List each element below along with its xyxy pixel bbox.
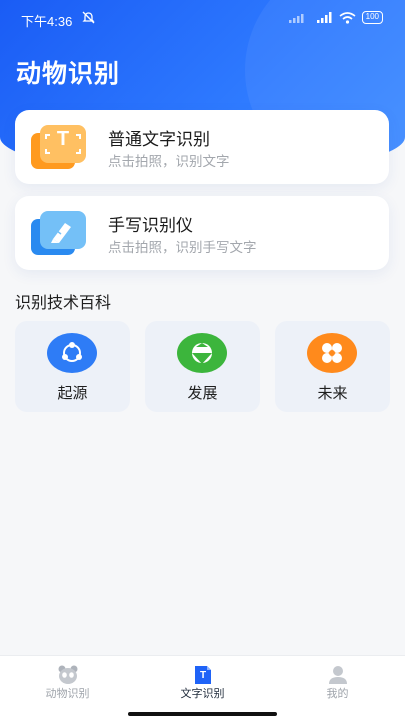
card-title: 手写识别仪	[108, 216, 193, 236]
signal-hd-icon	[316, 12, 332, 23]
tab-text-recognition[interactable]: T 文字识别	[135, 656, 270, 720]
battery-indicator: 100	[361, 11, 383, 24]
future-icon	[307, 333, 357, 373]
network-icon	[47, 333, 97, 373]
card-subtitle: 点击拍照，识别手写文字	[108, 240, 257, 256]
card-handwriting-recognition[interactable]: 手写识别仪 点击拍照，识别手写文字	[15, 196, 389, 270]
tile-label: 发展	[187, 384, 218, 402]
text-doc-letter: T	[199, 670, 207, 681]
tab-label: 动物识别	[45, 687, 90, 700]
user-icon	[327, 665, 349, 685]
text-scan-icon: T	[31, 123, 89, 171]
tile-origin[interactable]: 起源	[15, 321, 130, 412]
card-text-recognition[interactable]: T 普通文字识别 点击拍照，识别文字	[15, 110, 389, 184]
text-doc-icon: T	[192, 665, 214, 685]
card-subtitle: 点击拍照，识别文字	[108, 154, 230, 170]
tile-label: 起源	[57, 384, 88, 402]
tile-future[interactable]: 未来	[275, 321, 390, 412]
tile-development[interactable]: 发展	[145, 321, 260, 412]
panda-icon	[57, 665, 79, 685]
bottom-tab-bar: 动物识别 T 文字识别 我的	[0, 655, 405, 720]
page-title: 动物识别	[16, 59, 121, 88]
home-indicator	[128, 712, 277, 716]
signal-icon	[288, 14, 304, 23]
growth-icon	[177, 333, 227, 373]
tab-label: 我的	[326, 687, 349, 700]
status-time: 下午4:36	[21, 14, 73, 29]
text-scan-letter: T	[56, 128, 70, 150]
wifi-icon	[339, 11, 356, 24]
section-title: 识别技术百科	[15, 293, 112, 312]
tile-label: 未来	[317, 384, 348, 402]
alarm-off-icon	[82, 11, 95, 27]
status-bar: 下午4:36 100	[0, 0, 405, 38]
handwriting-pen-icon	[31, 209, 89, 257]
tab-label: 文字识别	[180, 687, 225, 700]
card-title: 普通文字识别	[108, 130, 210, 150]
tab-mine[interactable]: 我的	[270, 656, 405, 720]
tab-animal-recognition[interactable]: 动物识别	[0, 656, 135, 720]
